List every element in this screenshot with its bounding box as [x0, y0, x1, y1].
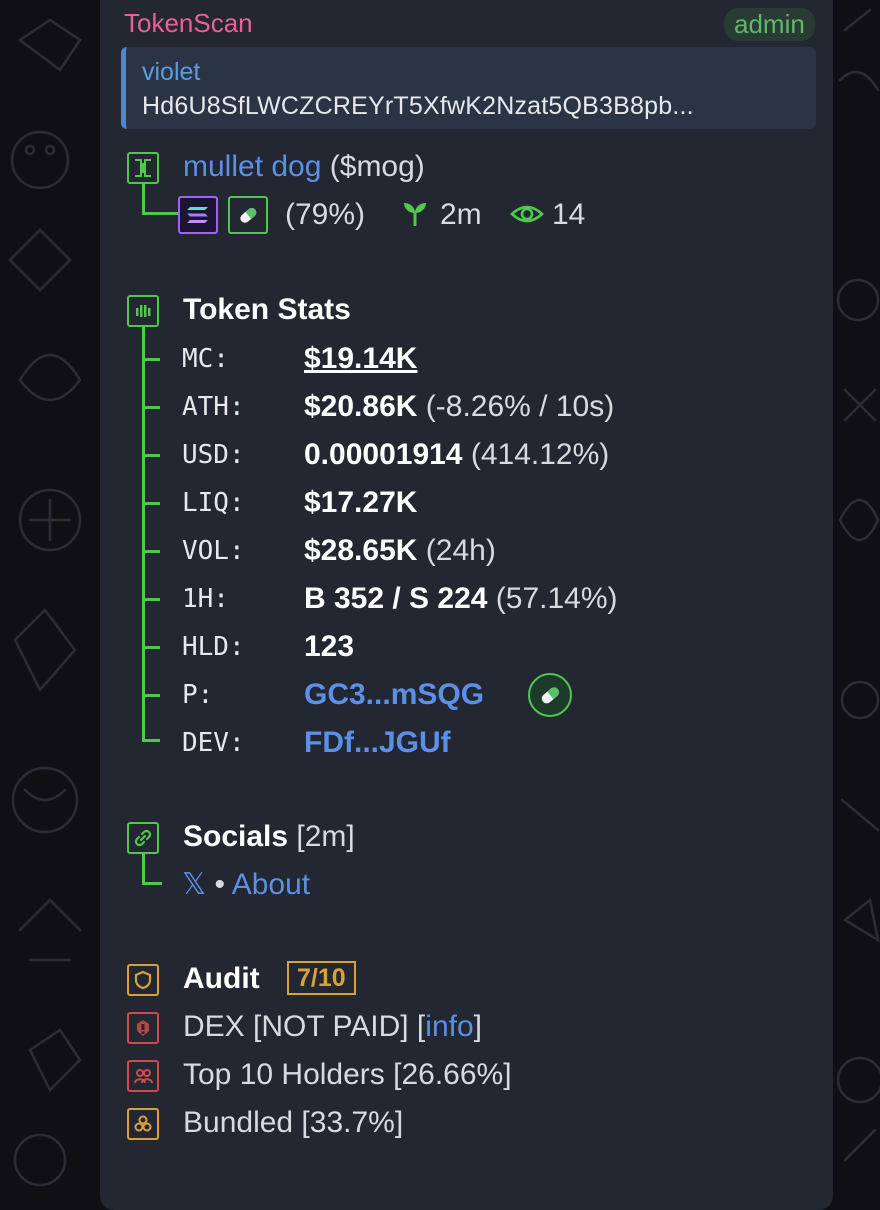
- audit-score-badge: 7/10: [287, 961, 356, 995]
- stat-value-hld: 123: [304, 630, 355, 663]
- stats-chart-icon: [127, 295, 159, 327]
- shield-icon: [127, 964, 159, 996]
- tree-branch: [142, 550, 160, 553]
- stat-label-1h: 1H:: [182, 584, 229, 614]
- stats-tree-trunk: [142, 327, 145, 741]
- stat-usd: 0.00001914 (414.12%): [304, 438, 609, 472]
- stats-title: Token Stats: [183, 293, 351, 326]
- top-holders-text: Top 10 Holders [26.66%]: [183, 1058, 512, 1091]
- token-symbol: ($mog): [329, 150, 425, 183]
- stat-value-mc[interactable]: $19.14K: [304, 342, 417, 376]
- tree-branch: [142, 598, 160, 601]
- token-age: 2m: [440, 198, 482, 231]
- token-name-link[interactable]: mullet dog: [183, 150, 321, 183]
- stat-vol: $28.65K (24h): [304, 534, 496, 568]
- eye-icon: [510, 202, 544, 231]
- socials-age: [2m]: [296, 820, 355, 853]
- tree-branch: [142, 184, 145, 214]
- tree-branch: [142, 739, 160, 742]
- dex-status-text: DEX [NOT PAID] [: [183, 1010, 426, 1043]
- pill-icon[interactable]: [228, 196, 268, 234]
- tree-branch: [142, 854, 145, 884]
- tree-branch: [142, 454, 160, 457]
- token-logo-icon: [127, 152, 159, 184]
- socials-title: Socials: [183, 820, 289, 853]
- tree-branch: [142, 358, 160, 361]
- bundle-icon: [127, 1108, 159, 1140]
- dev-address-link[interactable]: FDf...JGUf: [304, 726, 451, 760]
- token-title: mullet dog ($mog): [183, 150, 425, 184]
- dex-warning-icon: [127, 1012, 159, 1044]
- tree-branch: [142, 646, 160, 649]
- pool-address-link[interactable]: GC3...mSQG: [304, 678, 484, 712]
- stat-1h: B 352 / S 224 (57.14%): [304, 582, 618, 616]
- sprout-icon: [402, 200, 428, 233]
- socials-separator: •: [214, 868, 226, 901]
- dex-status: DEX [NOT PAID] [info]: [183, 1010, 482, 1044]
- stat-label-ath: ATH:: [182, 392, 245, 422]
- stat-value-vol: $28.65K: [304, 534, 418, 567]
- dex-info-link[interactable]: info: [425, 1010, 473, 1043]
- token-percent: (79%): [285, 198, 366, 231]
- stat-label-usd: USD:: [182, 440, 245, 470]
- tree-branch: [142, 694, 160, 697]
- about-link[interactable]: About: [232, 868, 310, 901]
- holders-icon: [127, 1060, 159, 1092]
- message-content: mullet dog ($mog) (79%) 2m 14 Token Stat…: [0, 0, 880, 1200]
- stat-label-hld: HLD:: [182, 632, 245, 662]
- audit-title: Audit: [183, 962, 260, 995]
- stat-extra-1h: (57.14%): [487, 582, 618, 615]
- view-count: 14: [552, 198, 586, 231]
- tree-branch: [142, 212, 178, 215]
- solana-icon[interactable]: [178, 196, 218, 234]
- socials-heading: Socials [2m]: [183, 820, 355, 854]
- stat-value-usd: 0.00001914: [304, 438, 463, 471]
- link-icon: [127, 822, 159, 854]
- stat-value-liq: $17.27K: [304, 486, 418, 519]
- stat-extra-ath: (-8.26% / 10s): [417, 390, 615, 423]
- stat-extra-usd: (414.12%): [462, 438, 610, 471]
- tree-branch: [142, 502, 160, 505]
- dex-status-close: ]: [473, 1010, 482, 1043]
- socials-links: 𝕏 • About: [182, 868, 310, 902]
- stat-extra-vol: (24h): [417, 534, 496, 567]
- stat-label-vol: VOL:: [182, 536, 245, 566]
- tree-branch: [142, 406, 160, 409]
- stat-ath: $20.86K (-8.26% / 10s): [304, 390, 614, 424]
- stat-label-mc: MC:: [182, 344, 229, 374]
- x-link[interactable]: 𝕏: [182, 868, 206, 901]
- tree-branch: [142, 882, 162, 885]
- bundled-text: Bundled [33.7%]: [183, 1106, 404, 1139]
- stat-value-1h: B 352 / S 224: [304, 582, 488, 615]
- stat-label-dev: DEV:: [182, 728, 245, 758]
- stat-label-liq: LIQ:: [182, 488, 245, 518]
- stat-value-ath: $20.86K: [304, 390, 418, 423]
- pill-icon[interactable]: [528, 673, 572, 717]
- stat-label-pool: P:: [182, 680, 214, 710]
